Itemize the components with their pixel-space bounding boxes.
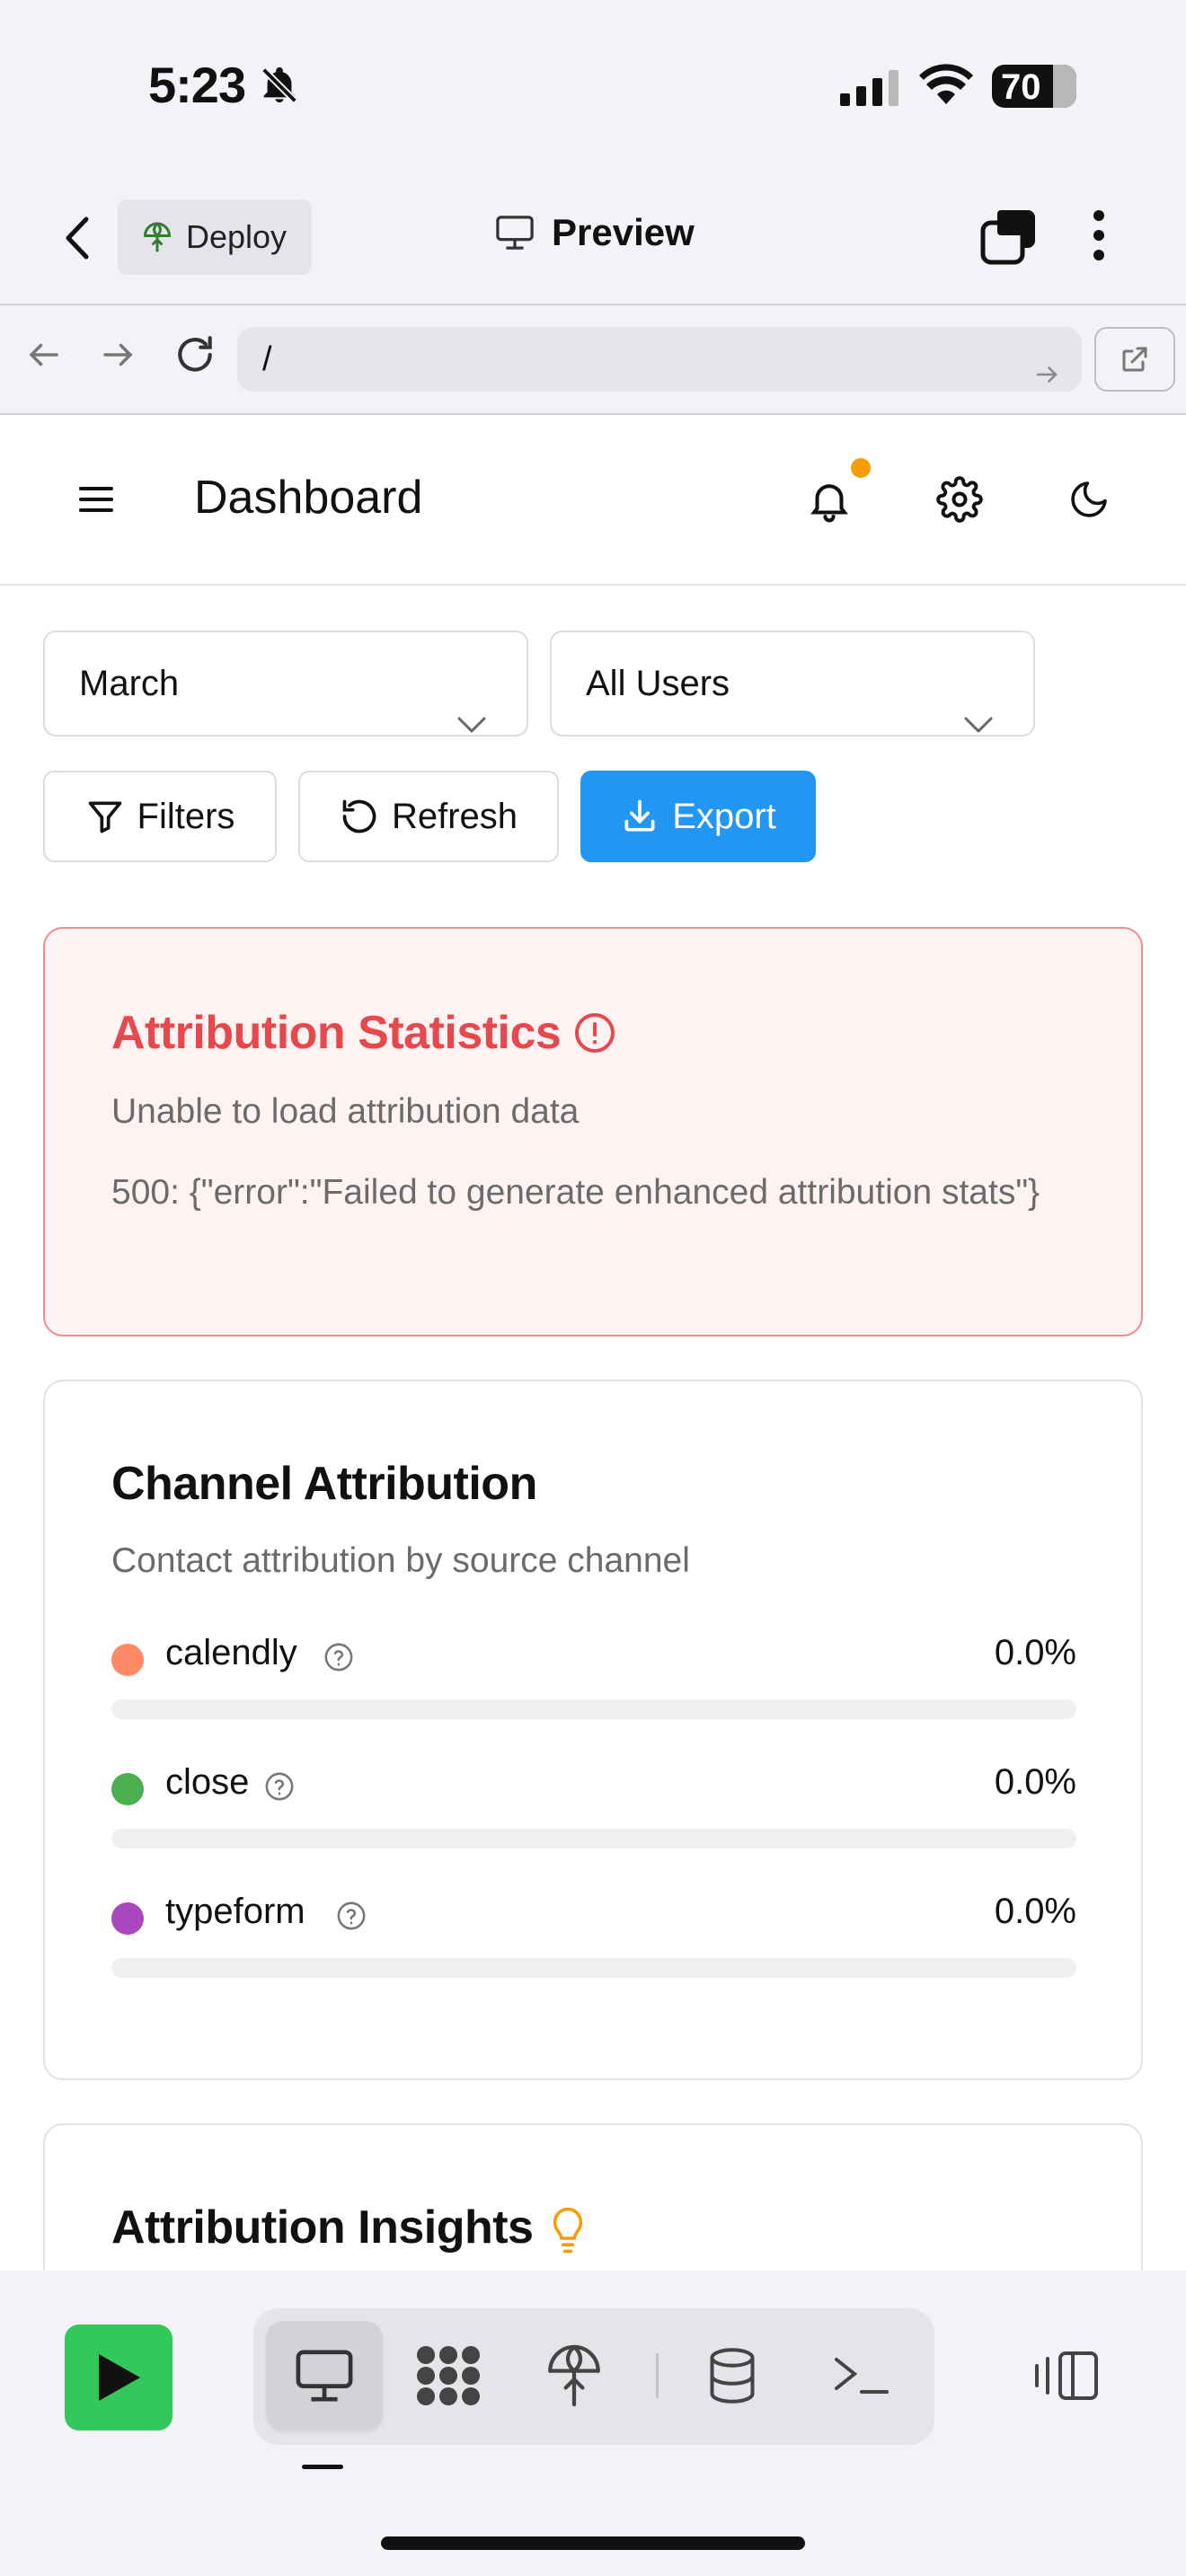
error-message: Unable to load attribution data bbox=[111, 1092, 580, 1131]
status-time: 5:23 bbox=[148, 57, 246, 113]
play-icon bbox=[99, 2354, 140, 2401]
channel-label: close bbox=[165, 1762, 250, 1802]
notification-bell-icon[interactable] bbox=[805, 476, 854, 529]
deploy-label: Deploy bbox=[186, 218, 288, 255]
alert-circle-icon bbox=[573, 1011, 616, 1059]
dashboard-header: Dashboard bbox=[0, 415, 1186, 586]
web-preview: Dashboard March All Users Filters Refres… bbox=[0, 415, 1186, 2271]
attribution-insights-card: Attribution Insights bbox=[43, 2123, 1143, 2271]
channel-percent: 0.0% bbox=[994, 1633, 1076, 1672]
error-card-title: Attribution Statistics bbox=[111, 1007, 562, 1059]
refresh-icon bbox=[342, 799, 376, 834]
channel-card-subtitle: Contact attribution by source channel bbox=[111, 1541, 690, 1580]
channel-attribution-card: Channel Attribution Contact attribution … bbox=[43, 1380, 1143, 2080]
channel-color-dot bbox=[111, 1773, 144, 1805]
export-button[interactable]: Export bbox=[580, 771, 816, 862]
reload-icon[interactable] bbox=[173, 332, 217, 382]
channel-percent: 0.0% bbox=[994, 1892, 1076, 1931]
attribution-statistics-error-card: Attribution Statistics Unable to load at… bbox=[43, 927, 1143, 1337]
home-indicator bbox=[381, 2536, 805, 2550]
insights-card-title: Attribution Insights bbox=[111, 2201, 534, 2254]
browser-forward-icon[interactable] bbox=[99, 336, 137, 378]
toolbar-divider bbox=[656, 2353, 659, 2398]
browser-back-icon[interactable] bbox=[25, 336, 63, 378]
app-bar: Deploy Preview bbox=[0, 171, 1186, 305]
battery-indicator: 70 bbox=[992, 65, 1076, 108]
menu-icon[interactable] bbox=[79, 485, 115, 518]
refresh-button[interactable]: Refresh bbox=[298, 771, 559, 862]
channel-card-title: Channel Attribution bbox=[111, 1458, 537, 1510]
deploy-icon bbox=[144, 222, 171, 252]
channel-label: typeform bbox=[165, 1892, 305, 1931]
filter-icon bbox=[88, 801, 121, 834]
database-icon bbox=[710, 2348, 755, 2404]
grid-tab[interactable] bbox=[390, 2321, 507, 2430]
view-switcher bbox=[253, 2308, 934, 2445]
preview-tab[interactable] bbox=[266, 2321, 383, 2430]
channel-progress-track bbox=[111, 1958, 1076, 1978]
gear-icon[interactable] bbox=[936, 476, 983, 527]
users-select[interactable]: All Users bbox=[550, 631, 1035, 737]
url-bar: / bbox=[0, 305, 1186, 415]
lightbulb-icon bbox=[548, 2206, 588, 2259]
deploy-tab[interactable] bbox=[516, 2321, 633, 2430]
deploy-icon bbox=[548, 2344, 600, 2407]
filters-button[interactable]: Filters bbox=[43, 771, 277, 862]
cellular-signal-icon bbox=[840, 70, 901, 110]
active-tab-indicator bbox=[302, 2465, 343, 2469]
monitor-icon bbox=[496, 216, 534, 250]
channel-label: calendly bbox=[165, 1633, 297, 1672]
url-input[interactable]: / bbox=[237, 327, 1082, 392]
error-detail: 500: {"error":"Failed to generate enhanc… bbox=[111, 1173, 1040, 1212]
external-link-icon bbox=[1122, 347, 1147, 372]
download-icon bbox=[624, 799, 655, 832]
grid-icon bbox=[417, 2346, 480, 2405]
status-bar: 5:23 70 bbox=[0, 0, 1186, 171]
channel-color-dot bbox=[111, 1902, 144, 1935]
terminal-tab[interactable] bbox=[803, 2321, 920, 2430]
silent-bell-icon bbox=[259, 65, 300, 110]
channel-color-dot bbox=[111, 1644, 144, 1676]
channel-progress-track bbox=[111, 1829, 1076, 1848]
help-circle-icon[interactable] bbox=[264, 1771, 295, 1806]
channel-row-close: close 0.0% bbox=[111, 1762, 1076, 1861]
channel-percent: 0.0% bbox=[994, 1762, 1076, 1802]
database-tab[interactable] bbox=[674, 2321, 791, 2430]
help-circle-icon[interactable] bbox=[336, 1901, 367, 1936]
deploy-button[interactable]: Deploy bbox=[118, 199, 312, 275]
chevron-down-icon bbox=[963, 672, 994, 774]
tabs-icon[interactable] bbox=[979, 207, 1039, 270]
terminal-icon bbox=[835, 2358, 889, 2394]
go-arrow-icon[interactable] bbox=[1033, 345, 1060, 410]
channel-row-typeform: typeform 0.0% bbox=[111, 1892, 1076, 1990]
page-title: Dashboard bbox=[194, 472, 423, 524]
back-button[interactable] bbox=[54, 207, 99, 269]
chevron-left-icon bbox=[66, 216, 89, 260]
month-select[interactable]: March bbox=[43, 631, 528, 737]
notification-dot bbox=[851, 458, 871, 478]
split-view-icon[interactable] bbox=[1033, 2348, 1100, 2408]
wifi-icon bbox=[919, 63, 973, 110]
run-button[interactable] bbox=[65, 2325, 173, 2430]
theme-toggle-moon-icon[interactable] bbox=[1067, 478, 1111, 525]
channel-progress-track bbox=[111, 1699, 1076, 1719]
monitor-icon bbox=[296, 2350, 353, 2402]
chevron-down-icon bbox=[456, 672, 487, 774]
preview-title: Preview bbox=[494, 211, 695, 254]
bottom-toolbar bbox=[0, 2271, 1186, 2576]
help-circle-icon[interactable] bbox=[323, 1642, 354, 1677]
more-options-icon[interactable] bbox=[1092, 208, 1106, 267]
open-external-button[interactable] bbox=[1094, 327, 1175, 392]
channel-row-calendly: calendly 0.0% bbox=[111, 1633, 1076, 1732]
